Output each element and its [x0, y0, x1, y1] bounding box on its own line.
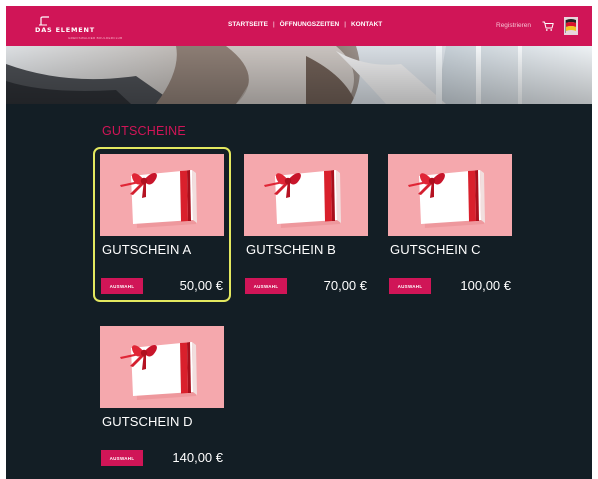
- select-voucher-button[interactable]: AUSWAHL: [101, 278, 143, 294]
- brand-tagline: GREIFSWALDER BOULDERCLUB: [68, 36, 123, 40]
- gift-card-image: [388, 154, 512, 236]
- german-flag-icon[interactable]: [564, 17, 578, 35]
- hero-banner-image: [6, 46, 592, 104]
- select-voucher-button[interactable]: AUSWAHL: [389, 278, 431, 294]
- nav-separator: |: [344, 21, 346, 28]
- voucher-title: GUTSCHEIN B: [246, 242, 336, 257]
- logo-mark-icon: [39, 16, 49, 26]
- brand-logo[interactable]: DAS ELEMENT GREIFSWALDER BOULDERCLUB: [28, 16, 128, 40]
- main-nav: STARTSEITE | ÖFFNUNGSZEITEN | KONTAKT: [228, 21, 382, 28]
- brand-name: DAS ELEMENT: [35, 26, 95, 34]
- register-link[interactable]: Registrieren: [496, 22, 531, 29]
- page-frame: DAS ELEMENT GREIFSWALDER BOULDERCLUB STA…: [6, 6, 592, 479]
- voucher-card-b[interactable]: GUTSCHEIN B AUSWAHL 70,00 €: [237, 147, 375, 302]
- voucher-card-c[interactable]: GUTSCHEIN C AUSWAHL 100,00 €: [381, 147, 519, 302]
- voucher-title: GUTSCHEIN D: [102, 414, 193, 429]
- voucher-title: GUTSCHEIN C: [390, 242, 481, 257]
- cart-icon[interactable]: [542, 20, 554, 32]
- nav-link-oeffnungszeiten[interactable]: ÖFFNUNGSZEITEN: [280, 21, 340, 28]
- page-title: GUTSCHEINE: [102, 124, 186, 138]
- voucher-price: 70,00 €: [323, 278, 367, 293]
- nav-separator: |: [272, 21, 275, 28]
- voucher-card-a[interactable]: GUTSCHEIN A AUSWAHL 50,00 €: [93, 147, 231, 302]
- voucher-card-d[interactable]: GUTSCHEIN D AUSWAHL 140,00 €: [93, 319, 231, 474]
- voucher-price: 100,00 €: [460, 278, 511, 293]
- select-voucher-button[interactable]: AUSWAHL: [101, 450, 143, 466]
- header-bar: DAS ELEMENT GREIFSWALDER BOULDERCLUB STA…: [6, 6, 592, 46]
- gift-card-image: [244, 154, 368, 236]
- voucher-price: 50,00 €: [179, 278, 223, 293]
- voucher-price: 140,00 €: [172, 450, 223, 465]
- nav-link-startseite[interactable]: STARTSEITE: [228, 21, 268, 28]
- select-voucher-button[interactable]: AUSWAHL: [245, 278, 287, 294]
- gift-card-image: [100, 154, 224, 236]
- gift-card-image: [100, 326, 224, 408]
- voucher-title: GUTSCHEIN A: [102, 242, 192, 257]
- nav-link-kontakt[interactable]: KONTAKT: [351, 21, 382, 28]
